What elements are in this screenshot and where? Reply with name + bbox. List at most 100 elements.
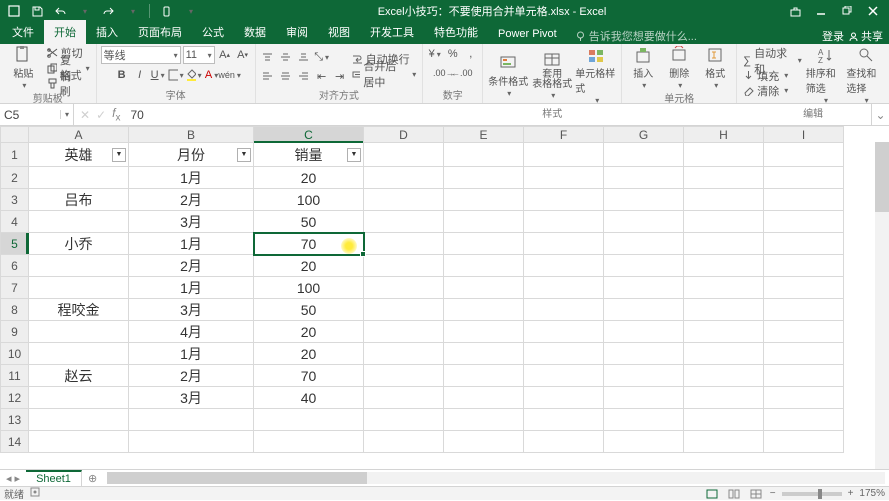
- font-size-select[interactable]: 11▾: [183, 46, 215, 64]
- decrease-decimal-button[interactable]: ←.00: [454, 65, 470, 81]
- fill-handle[interactable]: [360, 251, 366, 257]
- cell-H11[interactable]: [684, 365, 764, 387]
- cell-G6[interactable]: [604, 255, 684, 277]
- expand-formula-bar[interactable]: ⌄: [871, 104, 889, 125]
- cell-A6[interactable]: [29, 255, 129, 277]
- fx-button[interactable]: fx: [112, 106, 120, 123]
- row-header-7[interactable]: 7: [1, 277, 29, 299]
- row-header-3[interactable]: 3: [1, 189, 29, 211]
- autosum-button[interactable]: ∑自动求和▾: [741, 54, 803, 68]
- cell-C2[interactable]: 20: [254, 167, 364, 189]
- cell-I13[interactable]: [764, 409, 844, 431]
- cell-C13[interactable]: [254, 409, 364, 431]
- cell-D9[interactable]: [364, 321, 444, 343]
- cell-A13[interactable]: [29, 409, 129, 431]
- cell-E5[interactable]: [444, 233, 524, 255]
- currency-button[interactable]: ¥▾: [427, 46, 443, 62]
- cell-F1[interactable]: [524, 143, 604, 167]
- page-layout-view-button[interactable]: [726, 488, 742, 500]
- cell-D4[interactable]: [364, 211, 444, 233]
- cell-A1[interactable]: 英雄▼: [29, 143, 129, 167]
- column-header-D[interactable]: D: [364, 127, 444, 143]
- row-header-6[interactable]: 6: [1, 255, 29, 277]
- cell-H6[interactable]: [684, 255, 764, 277]
- cell-A12[interactable]: [29, 387, 129, 409]
- cell-I4[interactable]: [764, 211, 844, 233]
- cell-E9[interactable]: [444, 321, 524, 343]
- paste-button[interactable]: 粘贴▾: [4, 46, 43, 90]
- page-break-view-button[interactable]: [748, 488, 764, 500]
- cell-D10[interactable]: [364, 343, 444, 365]
- maximize-button[interactable]: [835, 2, 859, 20]
- cell-A14[interactable]: [29, 431, 129, 453]
- tab-layout[interactable]: 页面布局: [128, 20, 192, 44]
- undo-dropdown[interactable]: ▾: [75, 2, 95, 20]
- cell-A4[interactable]: [29, 211, 129, 233]
- font-family-select[interactable]: 等线▾: [101, 46, 181, 64]
- cell-H8[interactable]: [684, 299, 764, 321]
- cell-H13[interactable]: [684, 409, 764, 431]
- cell-H5[interactable]: [684, 233, 764, 255]
- decrease-indent-button[interactable]: ⇤: [314, 68, 330, 84]
- cell-B9[interactable]: 4月: [129, 321, 254, 343]
- cell-B3[interactable]: 2月: [129, 189, 254, 211]
- cell-I14[interactable]: [764, 431, 844, 453]
- cell-E11[interactable]: [444, 365, 524, 387]
- cell-F13[interactable]: [524, 409, 604, 431]
- border-button[interactable]: ▾: [168, 67, 184, 83]
- cell-E13[interactable]: [444, 409, 524, 431]
- column-header-E[interactable]: E: [444, 127, 524, 143]
- cell-I5[interactable]: [764, 233, 844, 255]
- minimize-button[interactable]: [809, 2, 833, 20]
- phonetic-button[interactable]: wén▾: [222, 67, 238, 83]
- login-button[interactable]: 登录: [822, 28, 844, 44]
- row-header-8[interactable]: 8: [1, 299, 29, 321]
- cell-A9[interactable]: [29, 321, 129, 343]
- tab-home[interactable]: 开始: [44, 20, 86, 44]
- chevron-down-icon[interactable]: ▾: [60, 110, 69, 119]
- filter-button-A[interactable]: ▼: [112, 148, 126, 162]
- filter-button-C[interactable]: ▼: [347, 148, 361, 162]
- cell-C8[interactable]: 50: [254, 299, 364, 321]
- tab-insert[interactable]: 插入: [86, 20, 128, 44]
- cell-E10[interactable]: [444, 343, 524, 365]
- row-header-12[interactable]: 12: [1, 387, 29, 409]
- horizontal-scrollbar[interactable]: [107, 472, 885, 484]
- cell-C5[interactable]: 70: [254, 233, 364, 255]
- format-painter-button[interactable]: 格式刷: [45, 76, 92, 90]
- cell-D2[interactable]: [364, 167, 444, 189]
- tab-special[interactable]: 特色功能: [424, 20, 488, 44]
- tab-developer[interactable]: 开发工具: [360, 20, 424, 44]
- cell-G1[interactable]: [604, 143, 684, 167]
- cell-F4[interactable]: [524, 211, 604, 233]
- cell-I3[interactable]: [764, 189, 844, 211]
- cell-H10[interactable]: [684, 343, 764, 365]
- filter-button-B[interactable]: ▼: [237, 148, 251, 162]
- cancel-formula-button[interactable]: ✕: [80, 108, 90, 122]
- cell-F10[interactable]: [524, 343, 604, 365]
- touch-mode-button[interactable]: [156, 2, 176, 20]
- column-header-A[interactable]: A: [29, 127, 129, 143]
- cell-D6[interactable]: [364, 255, 444, 277]
- column-header-F[interactable]: F: [524, 127, 604, 143]
- align-top-button[interactable]: [260, 49, 276, 65]
- cell-C7[interactable]: 100: [254, 277, 364, 299]
- cell-I2[interactable]: [764, 167, 844, 189]
- tab-formulas[interactable]: 公式: [192, 20, 234, 44]
- cell-D11[interactable]: [364, 365, 444, 387]
- worksheet-grid[interactable]: ABCDEFGHI1英雄▼月份▼销量▼21月203吕布2月10043月505小乔…: [0, 126, 889, 469]
- cell-H3[interactable]: [684, 189, 764, 211]
- column-header-H[interactable]: H: [684, 127, 764, 143]
- cell-F2[interactable]: [524, 167, 604, 189]
- tab-data[interactable]: 数据: [234, 20, 276, 44]
- cell-I8[interactable]: [764, 299, 844, 321]
- cell-E4[interactable]: [444, 211, 524, 233]
- row-header-10[interactable]: 10: [1, 343, 29, 365]
- cell-A11[interactable]: 赵云: [29, 365, 129, 387]
- cell-H4[interactable]: [684, 211, 764, 233]
- share-button[interactable]: 共享: [848, 28, 883, 44]
- cell-F9[interactable]: [524, 321, 604, 343]
- tab-file[interactable]: 文件: [2, 20, 44, 44]
- cell-H2[interactable]: [684, 167, 764, 189]
- cell-G2[interactable]: [604, 167, 684, 189]
